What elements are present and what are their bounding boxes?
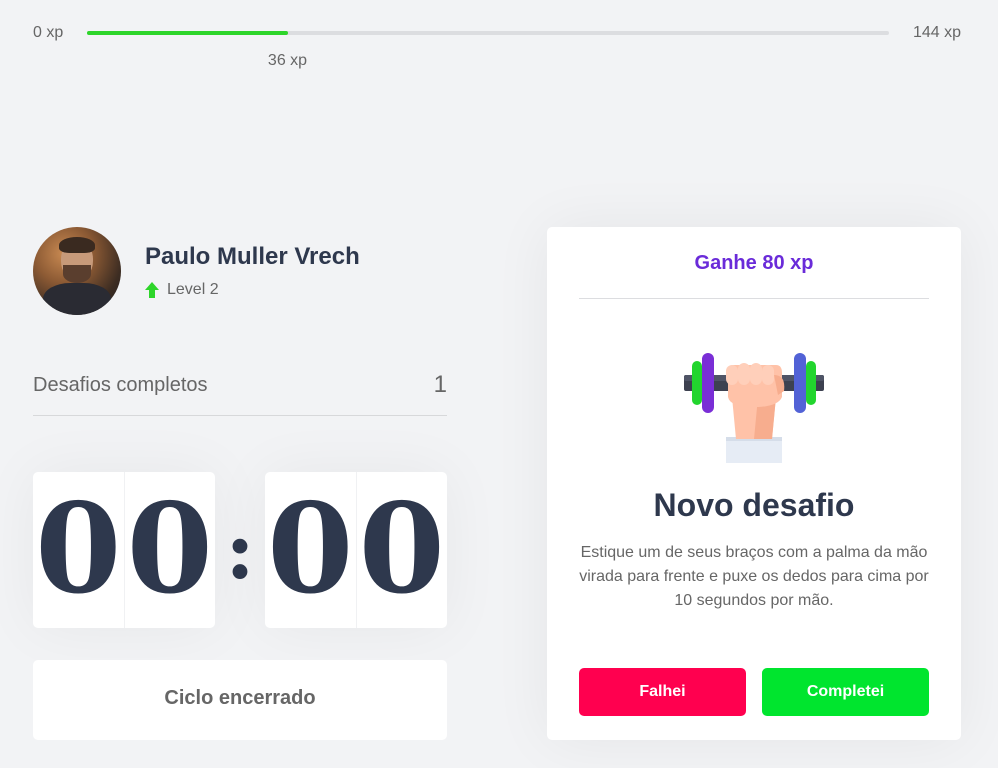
- profile-info: Paulo Muller Vrech Level 2: [145, 243, 360, 299]
- xp-current-label: 36 xp: [267, 52, 308, 69]
- seconds-ones-digit: 0: [355, 472, 448, 628]
- challenge-completed-button[interactable]: Completei: [762, 668, 929, 716]
- level-label: Level 2: [167, 281, 219, 298]
- profile: Paulo Muller Vrech Level 2: [33, 227, 360, 315]
- dumbbell-hand-icon: [684, 353, 824, 463]
- countdown: 0 0 : 0 0: [33, 472, 447, 628]
- experience-bar: 0 xp 36 xp 144 xp: [33, 22, 963, 69]
- countdown-seconds: 0 0: [265, 472, 447, 628]
- challenge-card: Ganhe 80 xp Novo desafio Estique um de s…: [547, 227, 961, 740]
- minutes-tens-digit: 0: [35, 477, 122, 622]
- xp-track: 36 xp: [87, 31, 889, 69]
- challenge-description: Estique um de seus braços com a palma da…: [579, 544, 929, 609]
- avatar: [33, 227, 121, 315]
- completed-challenges-count: 1: [433, 371, 447, 398]
- countdown-minutes: 0 0: [33, 472, 215, 628]
- xp-max-label: 144 xp: [912, 24, 961, 41]
- completed-challenges: Desafios completos 1: [33, 364, 447, 416]
- completed-challenges-label: Desafios completos: [33, 374, 208, 396]
- profile-level: Level 2: [145, 281, 360, 299]
- cycle-finished-button[interactable]: Ciclo encerrado: [33, 660, 447, 740]
- challenge-reward-label: Ganhe 80 xp: [694, 252, 814, 274]
- xp-progress-fill: [87, 31, 288, 35]
- level-up-arrow-icon: [145, 282, 159, 298]
- seconds-tens-digit: 0: [267, 477, 354, 622]
- challenge-failed-button[interactable]: Falhei: [579, 668, 746, 716]
- profile-name: Paulo Muller Vrech: [145, 243, 360, 270]
- challenge-title: Novo desafio: [653, 487, 855, 523]
- xp-min-label: 0 xp: [33, 24, 64, 41]
- minutes-ones-digit: 0: [123, 472, 216, 628]
- challenge-header: Ganhe 80 xp: [579, 227, 929, 299]
- countdown-separator: :: [225, 503, 255, 597]
